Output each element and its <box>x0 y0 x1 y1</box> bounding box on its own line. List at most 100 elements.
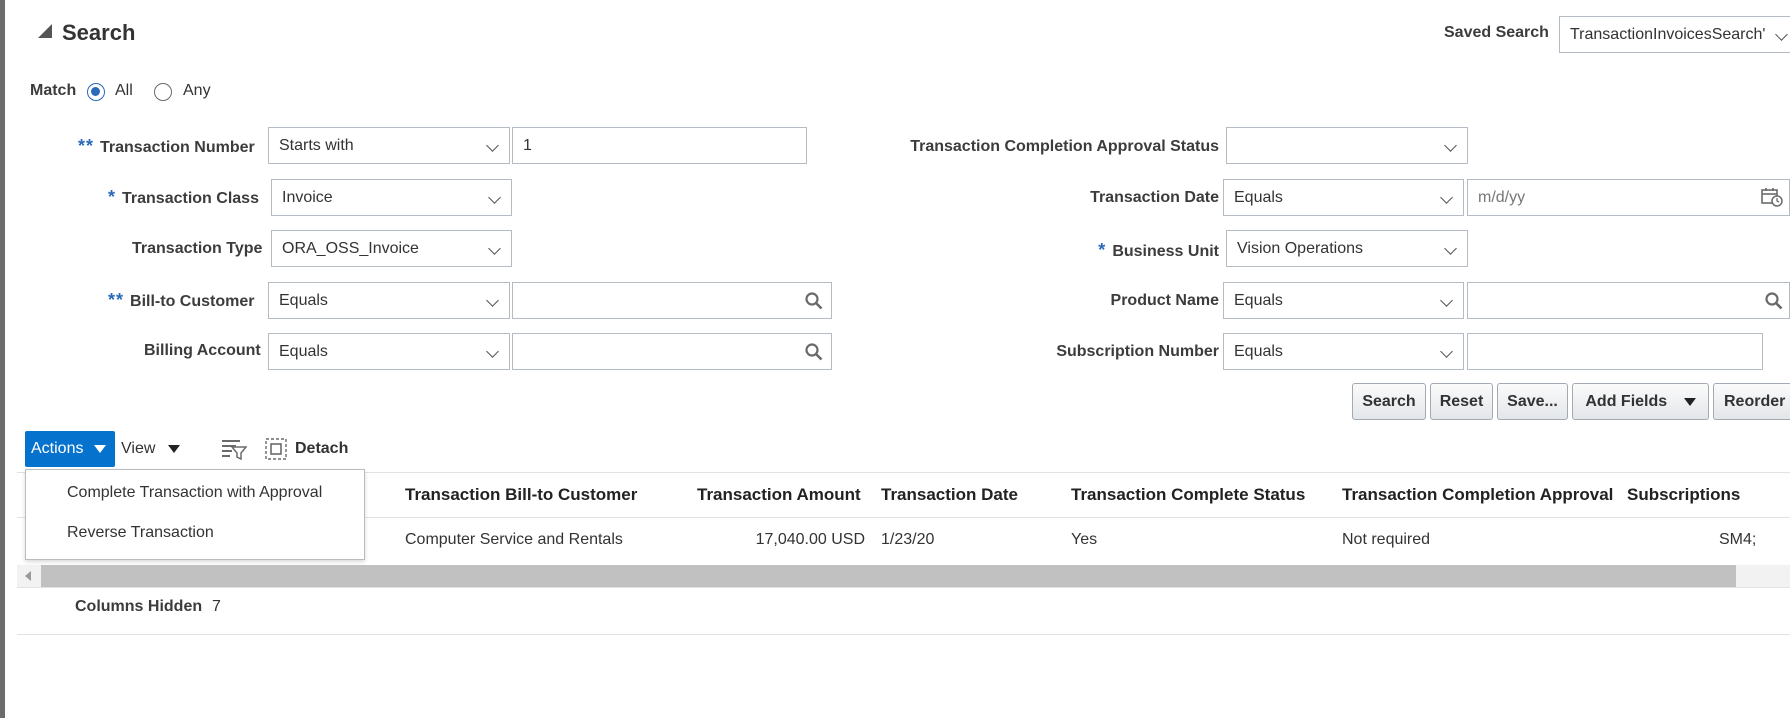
chevron-down-icon <box>488 242 501 255</box>
billing-account-operator-select[interactable]: Equals <box>268 333 510 370</box>
cell-completion-approval: Not required <box>1342 531 1431 548</box>
actions-dropdown-menu: Complete Transaction with Approval Rever… <box>25 469 365 560</box>
chevron-down-icon <box>486 139 499 152</box>
business-unit-label: * Business Unit <box>1098 240 1219 260</box>
subscription-number-operator-select[interactable]: Equals <box>1223 333 1464 370</box>
chevron-down-icon <box>1440 345 1453 358</box>
amount-value: 17,040.00 <box>755 531 827 548</box>
product-name-label: Product Name <box>1110 292 1219 309</box>
cell-complete-status: Yes <box>1071 531 1098 548</box>
detach-button[interactable]: Detach <box>295 440 348 458</box>
transaction-number-label: ** Transaction Number <box>78 136 255 156</box>
cell-subscriptions[interactable]: SM4; <box>1719 531 1756 549</box>
billing-account-input[interactable] <box>512 333 832 370</box>
columns-hidden-label: Columns Hidden <box>75 598 203 615</box>
search-icon[interactable] <box>805 343 823 361</box>
bill-to-customer-operator-select[interactable]: Equals <box>268 282 510 319</box>
transaction-class-select[interactable]: Invoice <box>271 179 512 216</box>
table-footer-divider <box>17 587 1790 588</box>
detach-icon[interactable] <box>265 438 287 460</box>
bill-to-customer-input[interactable] <box>512 282 832 319</box>
operator-value: Equals <box>279 292 328 309</box>
match-label: Match <box>30 82 77 99</box>
caret-down-icon <box>93 444 106 453</box>
bill-to-customer-label: ** Bill-to Customer <box>108 290 255 310</box>
required-indicator: ** <box>108 290 125 310</box>
add-fields-label: Add Fields <box>1585 393 1668 410</box>
chevron-down-icon <box>1440 191 1453 204</box>
completion-approval-status-label: Transaction Completion Approval Status <box>910 138 1219 155</box>
column-header-bill-to-customer[interactable]: Transaction Bill-to Customer <box>405 485 641 505</box>
query-by-example-icon[interactable] <box>221 438 247 460</box>
transaction-number-value: 1 <box>523 137 532 154</box>
transaction-number-operator-select[interactable]: Starts with <box>268 127 510 164</box>
scrollbar-thumb[interactable] <box>41 565 1736 587</box>
search-icon[interactable] <box>805 292 823 310</box>
chevron-down-icon <box>488 191 501 204</box>
column-header-complete-status[interactable]: Transaction Complete Status <box>1071 485 1305 505</box>
transaction-type-value: ORA_OSS_Invoice <box>282 240 419 257</box>
column-header-subscriptions[interactable]: Subscriptions <box>1627 485 1740 505</box>
actions-menu-button[interactable]: Actions <box>25 431 115 467</box>
column-header-amount[interactable]: Transaction Amount <box>697 485 861 505</box>
search-button[interactable]: Search <box>1352 383 1426 420</box>
match-all-radio[interactable] <box>87 83 105 101</box>
search-title: Search <box>62 20 136 45</box>
required-indicator: * <box>108 187 117 207</box>
transaction-type-select[interactable]: ORA_OSS_Invoice <box>271 230 512 267</box>
transaction-date-label: Transaction Date <box>1090 189 1219 206</box>
column-header-date[interactable]: Transaction Date <box>881 485 1018 505</box>
collapse-search-toggle[interactable] <box>38 24 52 38</box>
save-button[interactable]: Save... <box>1497 383 1568 420</box>
search-icon[interactable] <box>1765 292 1783 310</box>
business-unit-select[interactable]: Vision Operations <box>1226 230 1468 267</box>
required-indicator: * <box>1098 240 1107 260</box>
chevron-down-icon <box>486 294 499 307</box>
product-name-input[interactable] <box>1467 282 1790 319</box>
columns-hidden-count[interactable]: 7 <box>212 598 221 616</box>
transaction-date-input[interactable]: m/d/yy <box>1467 179 1790 216</box>
horizontal-scrollbar[interactable] <box>17 565 1790 587</box>
bottom-divider <box>17 634 1790 635</box>
left-edge-bar <box>0 0 5 718</box>
currency-value: USD <box>831 531 865 548</box>
operator-value: Equals <box>279 343 328 360</box>
transaction-type-label: Transaction Type <box>132 240 263 257</box>
actions-label: Actions <box>31 440 84 457</box>
calendar-icon[interactable] <box>1761 187 1783 207</box>
caret-down-icon <box>167 444 180 453</box>
subscription-number-input[interactable] <box>1467 333 1763 370</box>
completion-approval-status-select[interactable] <box>1226 127 1468 164</box>
view-menu-button[interactable]: View <box>121 440 180 458</box>
product-name-operator-select[interactable]: Equals <box>1223 282 1464 319</box>
column-header-completion-approval[interactable]: Transaction Completion Approval <box>1342 485 1617 505</box>
transaction-number-input[interactable]: 1 <box>512 127 807 164</box>
match-any-radio[interactable] <box>154 83 172 101</box>
billing-account-label: Billing Account <box>144 342 261 359</box>
operator-value: Starts with <box>279 137 354 154</box>
chevron-down-icon <box>1444 139 1457 152</box>
transaction-class-label: * Transaction Class <box>108 187 259 207</box>
menu-item-reverse-transaction[interactable]: Reverse Transaction <box>67 524 214 542</box>
match-all-label[interactable]: All <box>115 82 133 100</box>
scroll-left-arrow[interactable] <box>25 571 31 581</box>
business-unit-value: Vision Operations <box>1237 240 1363 257</box>
cell-amount: 17,040.00 USD <box>697 531 865 549</box>
view-label: View <box>121 440 156 457</box>
reset-button[interactable]: Reset <box>1430 383 1493 420</box>
saved-search-value: TransactionInvoicesSearch' <box>1570 26 1766 43</box>
match-any-label[interactable]: Any <box>183 82 211 100</box>
saved-search-label: Saved Search <box>1444 24 1549 41</box>
saved-search-select[interactable]: TransactionInvoicesSearch' <box>1559 16 1790 53</box>
add-fields-button[interactable]: Add Fields <box>1572 383 1709 420</box>
operator-value: Equals <box>1234 189 1283 206</box>
subscription-number-label: Subscription Number <box>1056 343 1219 360</box>
caret-down-icon <box>1683 397 1696 406</box>
date-placeholder: m/d/yy <box>1478 189 1526 206</box>
cell-bill-to-customer: Computer Service and Rentals <box>405 531 623 548</box>
chevron-down-icon <box>1775 28 1788 41</box>
chevron-down-icon <box>1444 242 1457 255</box>
transaction-date-operator-select[interactable]: Equals <box>1223 179 1464 216</box>
reorder-button[interactable]: Reorder <box>1713 383 1790 420</box>
menu-item-complete-with-approval[interactable]: Complete Transaction with Approval <box>67 484 322 502</box>
